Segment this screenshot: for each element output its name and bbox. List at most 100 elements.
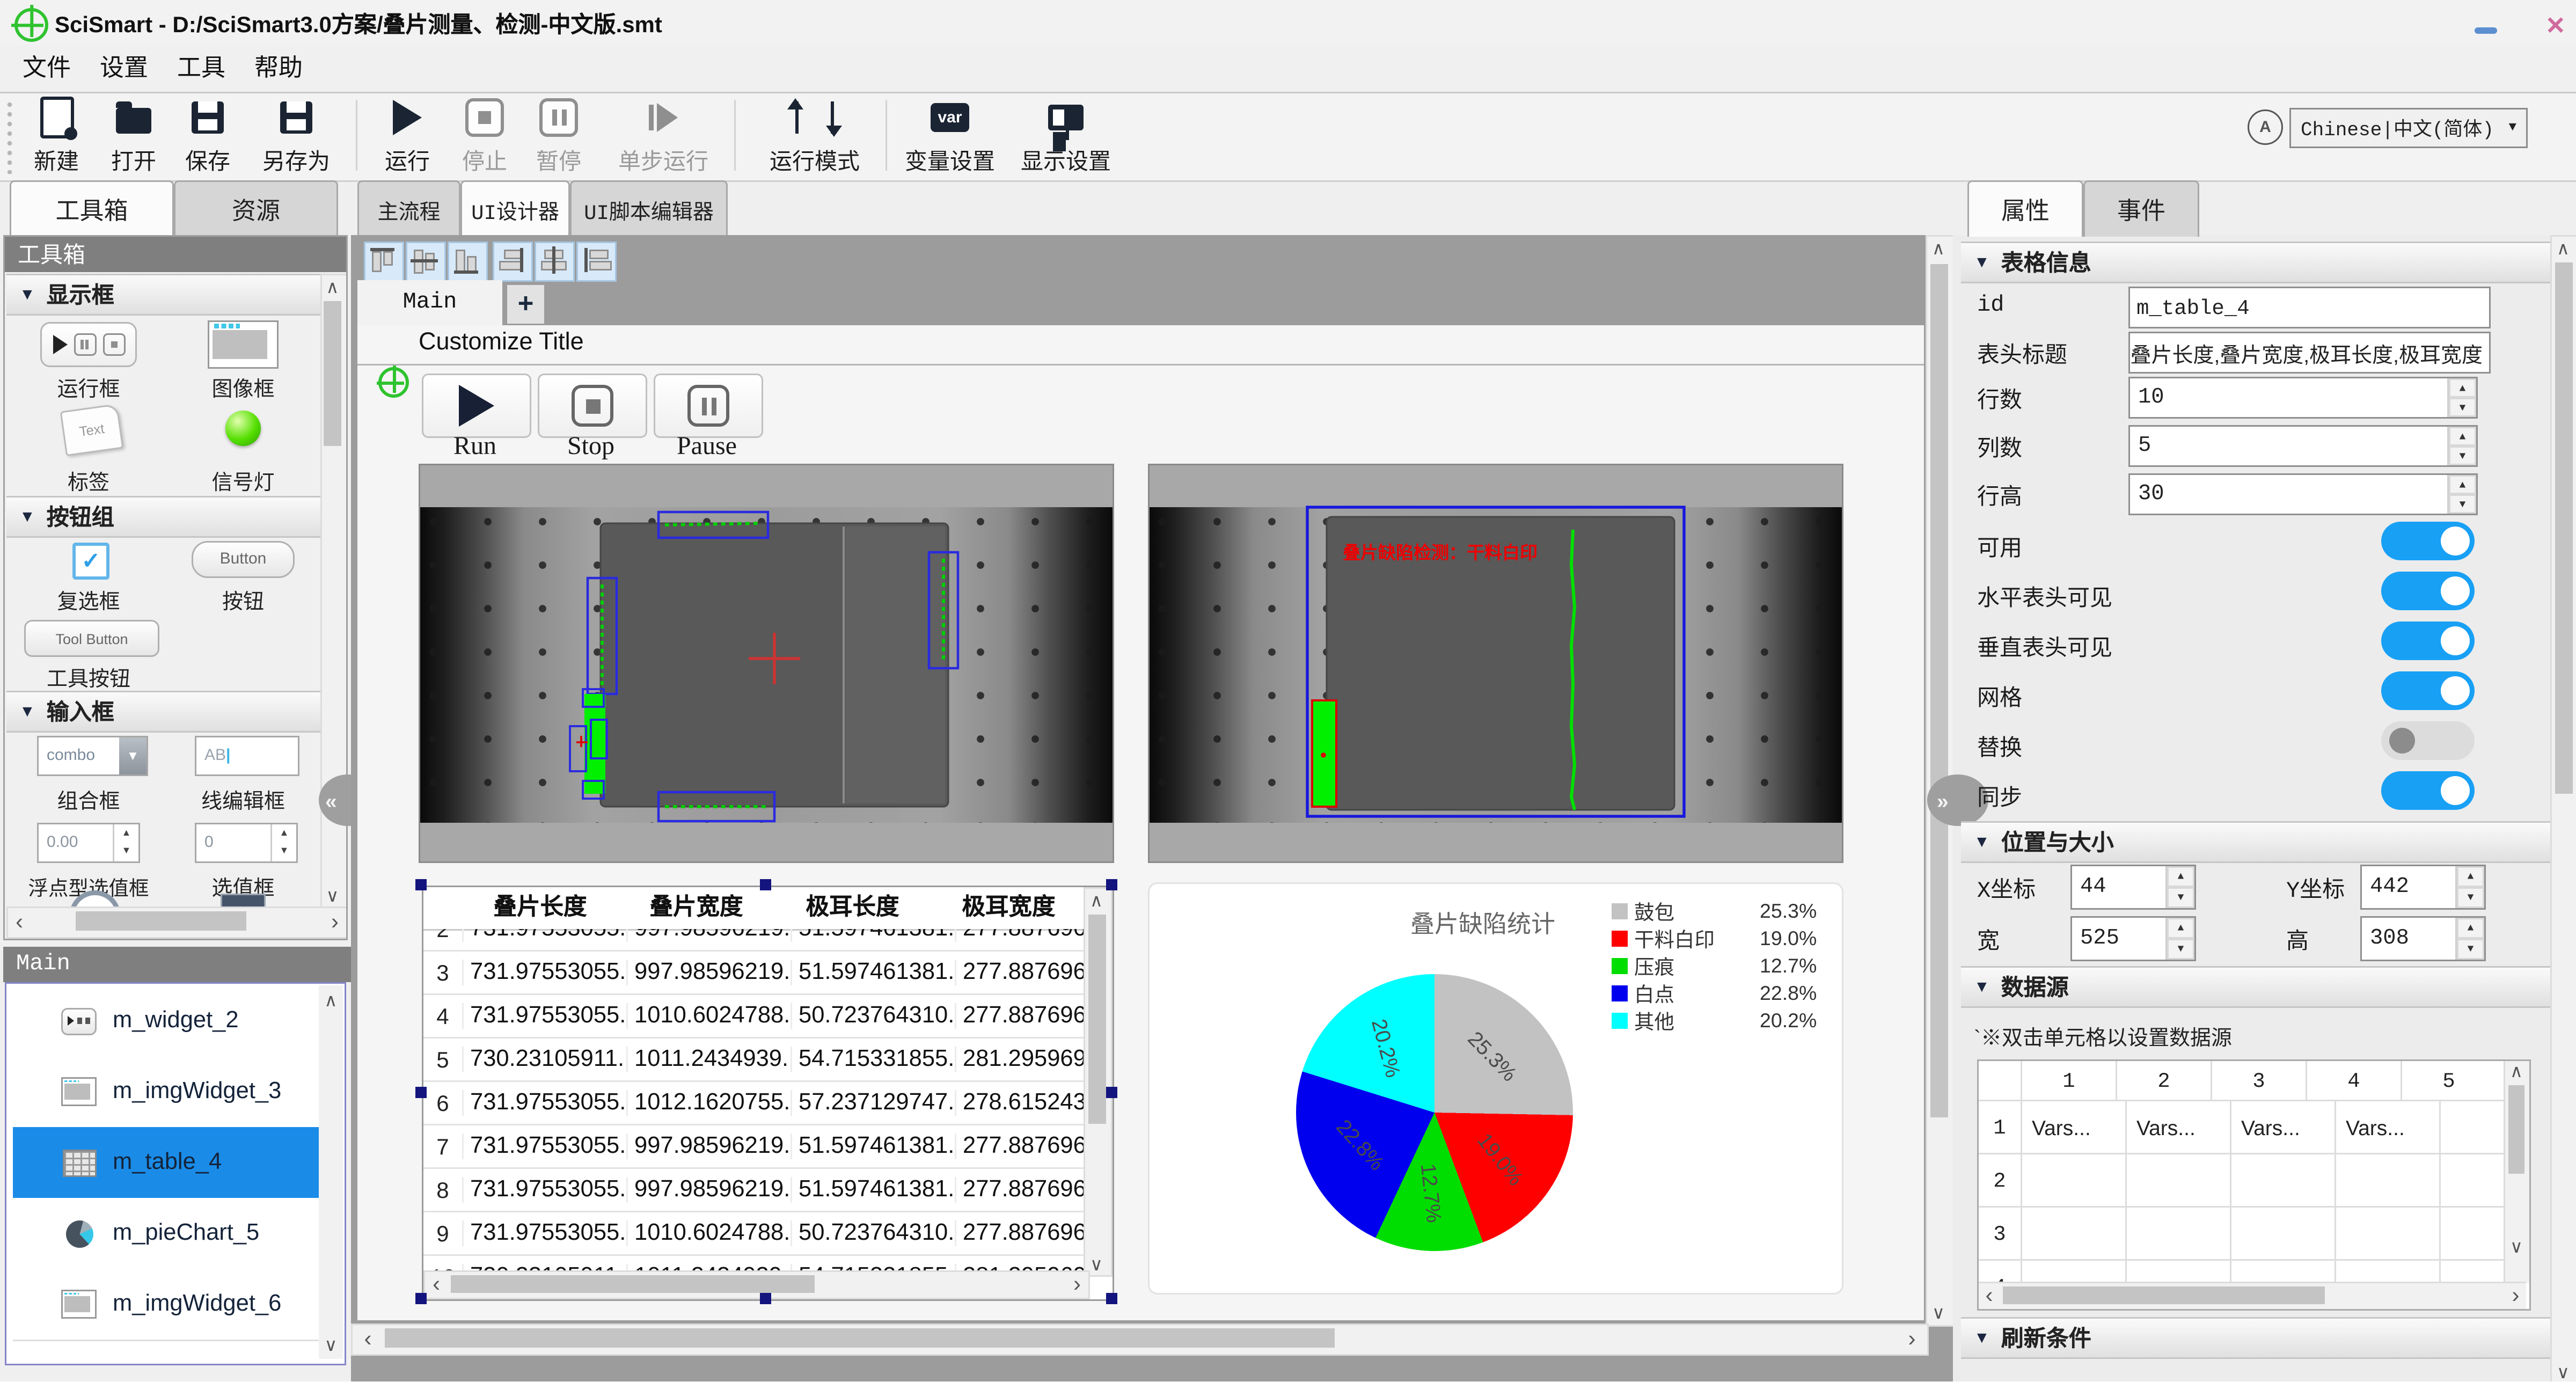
section-pos-size[interactable]: 位置与大小	[1961, 821, 2550, 863]
pie-chart-widget[interactable]: 叠片缺陷统计 25.3% 19.0% 12.7% 22.8% 20.2% 鼓包 25.3%…	[1148, 882, 1843, 1295]
data-source-table[interactable]: 1 2 3 4 5 1 Vars... Vars... Vars... Vars…	[1977, 1059, 2531, 1311]
toggle-replace[interactable]	[2381, 721, 2475, 760]
selection-handle[interactable]	[415, 879, 427, 890]
section-button-group[interactable]: 按钮组	[6, 496, 333, 538]
toolbox-hscrollbar[interactable]	[6, 906, 346, 939]
table-cell[interactable]: 50.723764310...	[791, 1220, 955, 1246]
ds-cell[interactable]	[2021, 1154, 2125, 1206]
table-cell[interactable]: 51.597461381...	[791, 1177, 955, 1203]
ds-col-header[interactable]: 2	[2116, 1061, 2211, 1100]
table-hscrollbar[interactable]	[423, 1270, 1090, 1299]
new-button[interactable]: 新建	[23, 97, 90, 177]
field-rowheight-spinbox[interactable]: 30	[2128, 473, 2478, 515]
legend-item[interactable]: 鼓包 25.3%	[1612, 897, 1831, 924]
legend-item[interactable]: 压痕 12.7%	[1612, 952, 1831, 979]
tab-ui-designer[interactable]: UI设计器	[460, 180, 570, 237]
toolbox-imagebox-icon[interactable]	[208, 320, 279, 369]
tree-item-m-imgwidget-3[interactable]: m_imgWidget_3	[13, 1056, 324, 1129]
align-vcenter-button[interactable]	[406, 242, 446, 282]
tab-resources[interactable]: 资源	[174, 180, 338, 237]
align-left-button[interactable]	[576, 242, 617, 282]
table-row[interactable]: 2 731.97553055... 997.98596219... 51.597461…	[423, 929, 1087, 952]
tree-item-m-piechart-5[interactable]: m_pieChart_5	[13, 1198, 324, 1270]
selection-handle[interactable]	[415, 1293, 427, 1304]
col-header[interactable]: 极耳宽度	[931, 887, 1087, 929]
variable-settings-button[interactable]: var 变量设置	[902, 97, 998, 177]
legend-item[interactable]: 其他 20.2%	[1612, 1006, 1831, 1034]
legend-item[interactable]: 干料白印 19.0%	[1612, 924, 1831, 952]
ds-cell[interactable]: Vars...	[2125, 1101, 2230, 1153]
toggle-enabled[interactable]	[2381, 522, 2475, 560]
selection-handle[interactable]	[415, 1087, 427, 1098]
table-cell[interactable]: 277.8876964...	[955, 1220, 1087, 1246]
tab-events[interactable]: 事件	[2083, 180, 2199, 237]
table-cell[interactable]: 997.98596219...	[626, 1134, 791, 1159]
selection-handle[interactable]	[1106, 1293, 1117, 1304]
panel-vscrollbar[interactable]	[2550, 235, 2576, 1382]
tab-ui-script-editor[interactable]: UI脚本编辑器	[570, 180, 728, 237]
field-colcount-spinbox[interactable]: 5	[2128, 425, 2478, 467]
run-button[interactable]: 运行	[374, 97, 441, 177]
canvas-hscrollbar[interactable]	[351, 1323, 1929, 1356]
table-cell[interactable]: 730.23105911...	[462, 1047, 626, 1072]
section-display-frames[interactable]: 显示框	[6, 274, 333, 316]
table-row[interactable]: 9 731.97553055... 1010.6024788... 50.723764…	[423, 1212, 1087, 1256]
selection-handle[interactable]	[1106, 1087, 1117, 1098]
tree-item-m-table-4[interactable]: m_table_4	[13, 1127, 324, 1198]
table-cell[interactable]: 997.98596219...	[626, 929, 791, 942]
table-cell[interactable]: 731.97553055...	[462, 1090, 626, 1116]
table-cell[interactable]: 1011.2434939...	[626, 1047, 791, 1072]
section-input-frames[interactable]: 输入框	[6, 691, 333, 733]
ds-col-header[interactable]: 1	[2021, 1061, 2116, 1100]
toggle-grid[interactable]	[2381, 671, 2475, 710]
table-cell[interactable]: 731.97553055...	[462, 1220, 626, 1246]
field-width-spinbox[interactable]: 525	[2070, 916, 2196, 961]
table-row[interactable]: 8 731.97553055... 997.98596219... 51.597461…	[423, 1169, 1087, 1212]
table-cell[interactable]: 278.6152438...	[955, 1090, 1087, 1116]
selection-handle[interactable]	[760, 879, 771, 890]
canvas-pause-button[interactable]	[654, 374, 763, 438]
field-x-spinbox[interactable]: 44	[2070, 865, 2196, 910]
table-cell[interactable]: 281.2959698...	[955, 1047, 1087, 1072]
canvas-stop-button[interactable]	[538, 374, 647, 438]
open-button[interactable]: 打开	[100, 97, 167, 177]
section-data-source[interactable]: 数据源	[1961, 966, 2550, 1008]
table-cell[interactable]: 731.97553055...	[462, 1003, 626, 1029]
tree-vscrollbar[interactable]	[319, 985, 343, 1359]
table-row[interactable]: 5 730.23105911... 1011.2434939... 54.715331…	[423, 1039, 1087, 1082]
run-mode-button[interactable]: 运行模式	[753, 97, 876, 177]
toolbox-label-icon[interactable]: Text	[60, 403, 124, 457]
table-row[interactable]: 4 731.97553055... 1010.6024788... 50.723764…	[423, 995, 1087, 1039]
save-as-button[interactable]: 另存为	[248, 97, 345, 177]
table-cell[interactable]: 997.98596219...	[626, 960, 791, 985]
table-cell[interactable]: 277.8876964...	[955, 960, 1087, 985]
table-cell[interactable]: 1010.6024788...	[626, 1220, 791, 1246]
field-height-spinbox[interactable]: 308	[2360, 916, 2486, 961]
table-cell[interactable]: 277.8876964...	[955, 929, 1087, 942]
table-cell[interactable]: 51.597461381...	[791, 1134, 955, 1159]
ds-cell[interactable]	[2334, 1154, 2439, 1206]
table-row[interactable]: 6 731.97553055... 1012.1620755... 57.237129…	[423, 1082, 1087, 1125]
ds-col-header[interactable]: 5	[2401, 1061, 2496, 1100]
toolbox-doublespin-icon[interactable]: 0.00 ▲ ▼	[37, 823, 140, 863]
selection-handle[interactable]	[760, 1293, 771, 1304]
toggle-horizontal-header[interactable]	[2381, 572, 2475, 610]
table-cell[interactable]: 1012.1620755...	[626, 1090, 791, 1116]
ds-hscrollbar[interactable]	[1979, 1282, 2526, 1309]
canvas-table-widget[interactable]: 叠片长度 叠片宽度 极耳长度 极耳宽度 2 731.97553055... 997.…	[422, 886, 1114, 1301]
ds-cell[interactable]	[2125, 1208, 2230, 1259]
toolbox-spin-icon[interactable]: 0 ▲ ▼	[195, 823, 298, 863]
pause-button[interactable]: 暂停	[525, 97, 592, 177]
toolbox-combobox-icon[interactable]: combo	[37, 736, 148, 776]
table-cell[interactable]: 54.715331855...	[791, 1047, 955, 1072]
tab-properties[interactable]: 属性	[1967, 180, 2083, 237]
display-settings-button[interactable]: 显示设置	[1018, 97, 1114, 177]
tab-toolbox[interactable]: 工具箱	[10, 180, 174, 237]
table-cell[interactable]: 731.97553055...	[462, 1177, 626, 1203]
field-y-spinbox[interactable]: 442	[2360, 865, 2486, 910]
table-row[interactable]: 7 731.97553055... 997.98596219... 51.597461…	[423, 1125, 1087, 1169]
table-cell[interactable]: 277.8876964...	[955, 1134, 1087, 1159]
close-button[interactable]: ✕	[2545, 14, 2566, 39]
col-header[interactable]: 叠片宽度	[618, 887, 774, 929]
toolbox-lineedit-icon[interactable]: AB |	[195, 736, 299, 776]
